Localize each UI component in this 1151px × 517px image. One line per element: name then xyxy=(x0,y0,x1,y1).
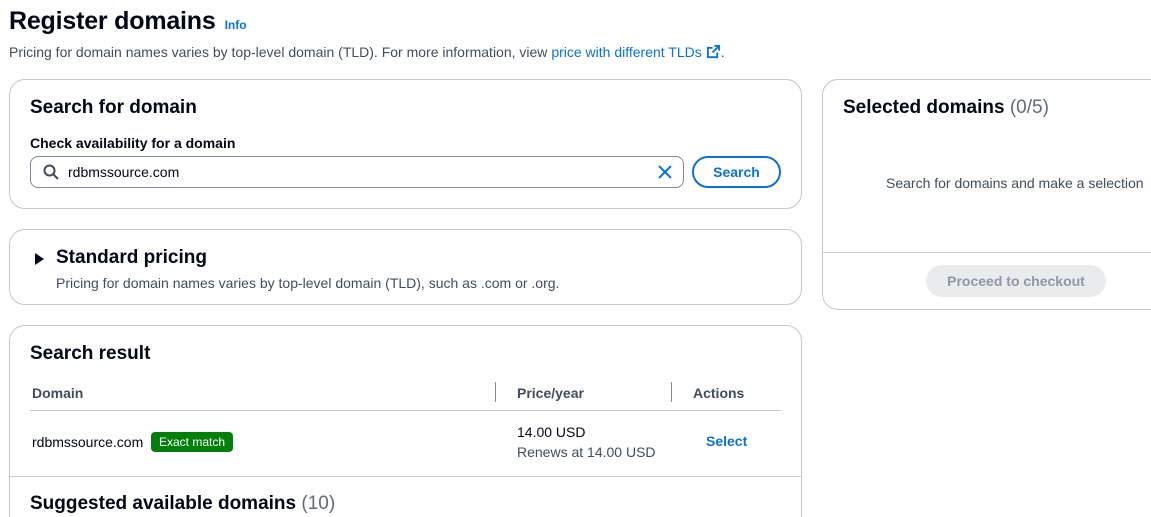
domain-field-label: Check availability for a domain xyxy=(30,135,236,151)
selected-domains-title: Selected domains (0/5) xyxy=(843,97,1049,119)
search-button[interactable]: Search xyxy=(692,156,781,188)
selected-domains-label: Selected domains xyxy=(843,97,1005,118)
description-text: Pricing for domain names varies by top-l… xyxy=(9,44,552,60)
table-header-divider xyxy=(30,410,781,411)
search-card-title: Search for domain xyxy=(30,97,197,118)
column-divider[interactable] xyxy=(671,382,672,402)
suggested-domains-title: Suggested available domains (10) xyxy=(30,493,335,515)
selected-domains-card: Selected domains (0/5) Search for domain… xyxy=(822,79,1151,310)
caret-right-icon[interactable] xyxy=(34,252,45,270)
select-domain-button[interactable]: Select xyxy=(706,433,747,449)
search-card: Search for domain Check availability for… xyxy=(9,79,802,209)
page-description: Pricing for domain names varies by top-l… xyxy=(9,44,725,62)
result-price: 14.00 USD xyxy=(517,424,586,440)
search-icon xyxy=(43,164,59,180)
exact-match-badge: Exact match xyxy=(151,432,234,452)
tld-pricing-link[interactable]: price with different TLDs xyxy=(551,44,720,60)
tld-pricing-link-label: price with different TLDs xyxy=(551,44,702,60)
result-domain-name: rdbmssource.com xyxy=(32,434,144,450)
standard-pricing-card: Standard pricing Pricing for domain name… xyxy=(9,229,802,305)
search-result-card: Search result Domain Price/year Actions … xyxy=(9,325,802,517)
proceed-to-checkout-button[interactable]: Proceed to checkout xyxy=(926,265,1106,297)
search-result-title: Search result xyxy=(30,343,151,364)
domain-search-input[interactable]: rdbmssource.com xyxy=(30,156,684,188)
section-divider xyxy=(10,476,801,477)
info-link[interactable]: Info xyxy=(225,18,247,32)
column-header-actions: Actions xyxy=(693,385,745,401)
footer-divider xyxy=(823,252,1151,253)
page-title: Register domains xyxy=(9,7,216,35)
page-header: Register domains Info xyxy=(9,7,247,36)
result-renewal-price: Renews at 14.00 USD xyxy=(517,444,656,460)
column-header-price[interactable]: Price/year xyxy=(517,385,584,401)
search-input-value: rdbmssource.com xyxy=(68,164,180,180)
column-divider[interactable] xyxy=(495,382,496,402)
suggested-domains-count: (10) xyxy=(301,493,336,514)
clear-icon[interactable] xyxy=(657,164,673,180)
column-header-domain[interactable]: Domain xyxy=(32,385,83,401)
standard-pricing-description: Pricing for domain names varies by top-l… xyxy=(56,275,560,291)
standard-pricing-toggle[interactable]: Standard pricing xyxy=(56,247,207,269)
description-suffix: . xyxy=(720,44,725,60)
selected-domains-count: (0/5) xyxy=(1009,97,1049,118)
suggested-domains-label: Suggested available domains xyxy=(30,493,297,514)
external-link-icon xyxy=(706,44,721,62)
selected-domains-empty-state: Search for domains and make a selection xyxy=(886,175,1144,191)
